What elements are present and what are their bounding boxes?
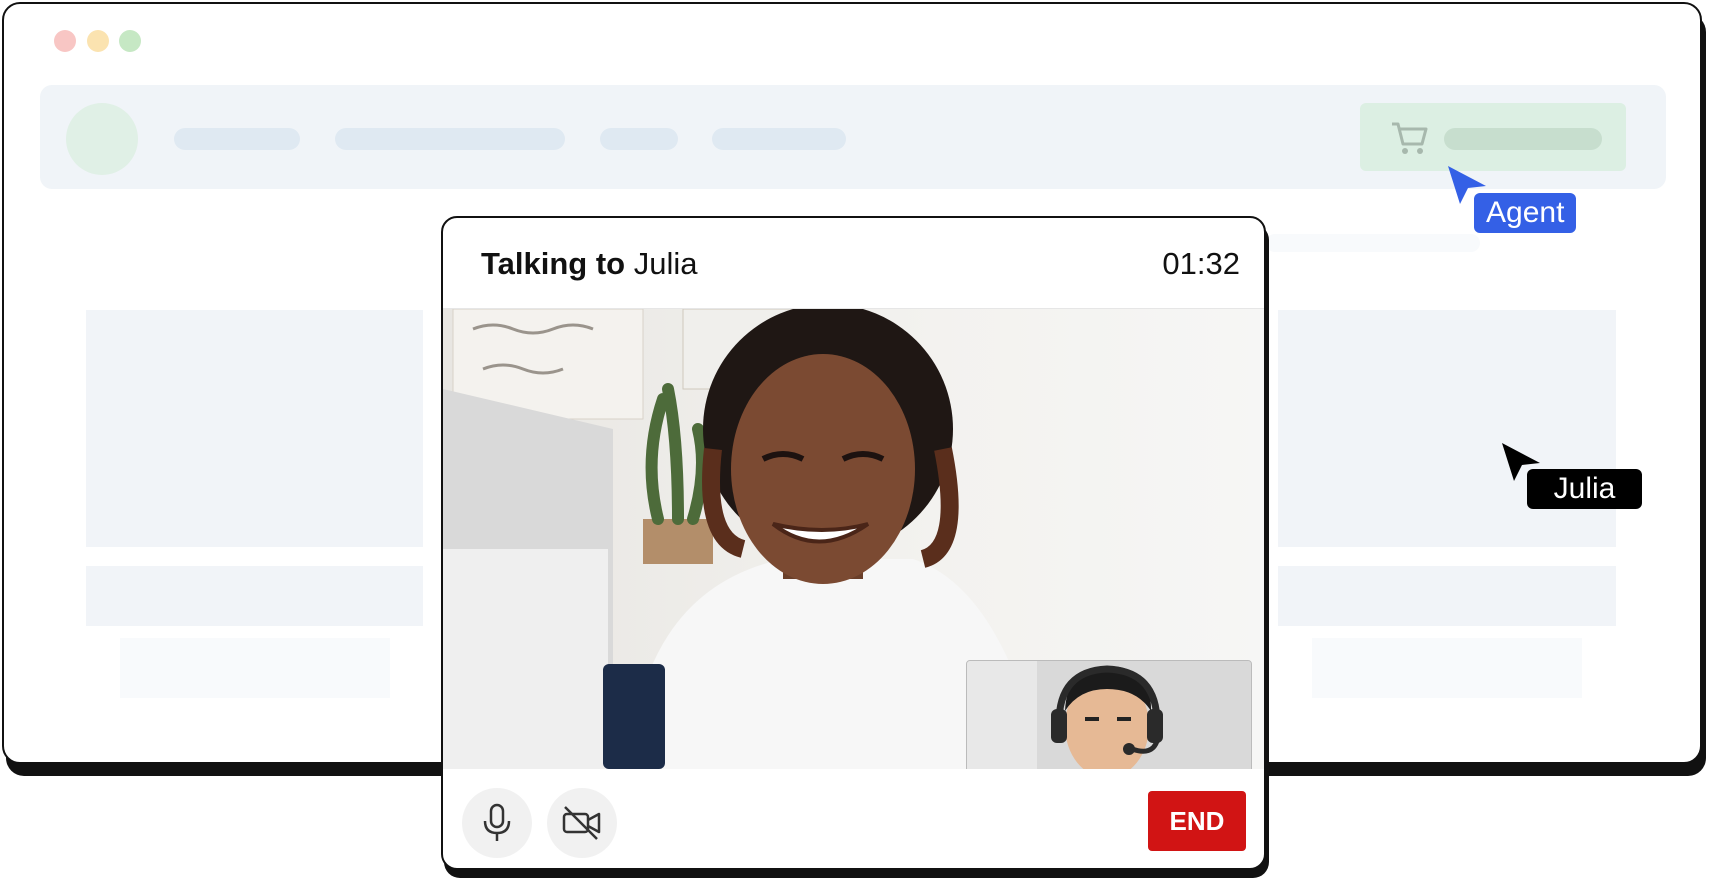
local-video [966, 660, 1252, 769]
shopping-cart-icon [1392, 122, 1428, 154]
nav-link-placeholder[interactable] [335, 128, 565, 150]
product-card-placeholder [1312, 638, 1582, 698]
cart-label-placeholder [1444, 128, 1602, 150]
caller-name: Julia [633, 246, 698, 281]
microphone-icon [483, 803, 511, 841]
product-card-placeholder [1278, 310, 1616, 547]
nav-link-placeholder[interactable] [712, 128, 846, 150]
camera-off-icon [562, 806, 601, 840]
window-close-dot[interactable] [54, 30, 76, 52]
product-card-placeholder [86, 566, 423, 626]
call-timer: 01:32 [1162, 246, 1240, 281]
window-maximize-dot[interactable] [119, 30, 141, 52]
product-card-placeholder [86, 310, 423, 547]
content-placeholder [1266, 234, 1480, 252]
customer-cursor-label: Julia [1527, 469, 1642, 509]
call-title: Talking to Julia [481, 246, 697, 282]
mute-button[interactable] [462, 788, 532, 858]
nav-link-placeholder[interactable] [600, 128, 678, 150]
window-minimize-dot[interactable] [87, 30, 109, 52]
product-card-placeholder [120, 638, 390, 698]
nav-link-placeholder[interactable] [174, 128, 300, 150]
video-call-widget: Talking to Julia 01:32 END [441, 216, 1266, 870]
remote-video [443, 309, 1264, 769]
local-video-frame [967, 661, 1251, 769]
call-title-prefix: Talking to [481, 246, 626, 281]
end-call-button[interactable]: END [1148, 791, 1246, 851]
camera-toggle-button[interactable] [547, 788, 617, 858]
agent-cursor-label: Agent [1474, 193, 1577, 233]
site-logo[interactable] [66, 103, 138, 175]
product-card-placeholder [1278, 566, 1616, 626]
